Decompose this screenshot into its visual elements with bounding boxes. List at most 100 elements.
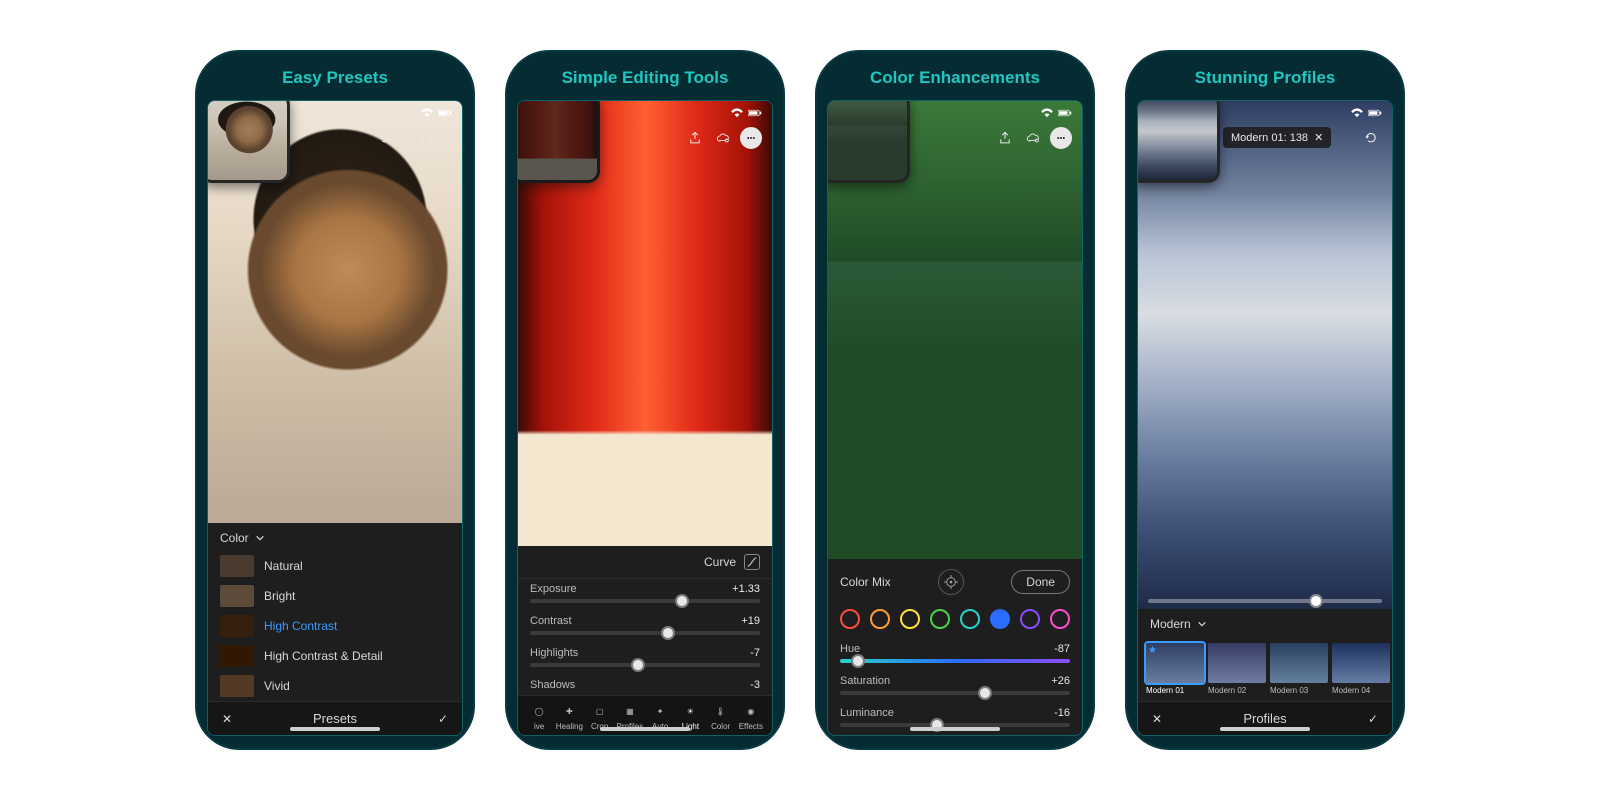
more-icon[interactable] [1050, 127, 1072, 149]
slider-knob[interactable] [851, 654, 865, 668]
slider-track[interactable] [840, 691, 1070, 695]
phone-presets: Easy Presets ? Color Natural Bright High… [195, 50, 475, 750]
before-thumbnail[interactable] [207, 100, 290, 183]
preset-category-dropdown[interactable]: Color [208, 523, 462, 551]
swatch-red[interactable] [840, 609, 860, 629]
phone-title: Easy Presets [197, 52, 473, 100]
swatch-green[interactable] [930, 609, 950, 629]
home-indicator [1220, 727, 1310, 731]
before-thumbnail[interactable] [1137, 100, 1220, 183]
profile-item[interactable]: Modern 02 [1208, 643, 1266, 695]
slider-shadows[interactable]: Shadows-3 [518, 675, 772, 691]
close-icon[interactable]: ✕ [222, 712, 232, 726]
curve-row[interactable]: Curve [518, 546, 772, 579]
cloud-sync-icon[interactable] [712, 127, 734, 149]
preset-item[interactable]: Bright [208, 581, 462, 611]
slider-track[interactable] [530, 631, 760, 635]
slider-knob[interactable] [661, 626, 675, 640]
chevron-down-icon [255, 533, 265, 543]
profile-item[interactable]: Modern 04 [1332, 643, 1390, 695]
share-icon[interactable] [994, 127, 1016, 149]
tip-label: Modern 01: 138 [1231, 132, 1308, 144]
slider-exposure[interactable]: Exposure+1.33 [518, 579, 772, 611]
profile-item[interactable]: ★Modern 01 [1146, 643, 1204, 695]
help-icon[interactable]: ? [402, 127, 424, 149]
slider-knob[interactable] [1309, 594, 1323, 608]
phone-editing: Simple Editing Tools Curve Exposure+1.33… [505, 50, 785, 750]
preset-thumb [220, 615, 254, 637]
slider-value: -3 [750, 679, 760, 691]
profiles-strip[interactable]: ★Modern 01 Modern 02 Modern 03 Modern 04… [1138, 637, 1392, 701]
preset-item[interactable]: High Contrast & Detail [208, 641, 462, 671]
phone-profiles: Stunning Profiles Modern 01: 138 ✕ Moder… [1125, 50, 1405, 750]
battery-icon [1058, 107, 1072, 117]
slider-highlights[interactable]: Highlights-7 [518, 643, 772, 675]
preset-item[interactable]: Natural [208, 551, 462, 581]
slider-knob[interactable] [631, 658, 645, 672]
wifi-icon [1040, 107, 1054, 117]
preset-list: Natural Bright High Contrast High Contra… [208, 551, 462, 701]
intensity-slider[interactable] [1148, 599, 1382, 603]
presets-panel: Color Natural Bright High Contrast High … [208, 523, 462, 735]
profile-category-dropdown[interactable]: Modern [1138, 609, 1392, 637]
slider-track[interactable] [530, 663, 760, 667]
preset-thumb [220, 675, 254, 697]
profile-item[interactable]: Modern 03 [1270, 643, 1328, 695]
color-icon: 🌡 [712, 702, 730, 720]
tool-color[interactable]: 🌡 Color [706, 702, 736, 731]
wifi-icon [730, 107, 744, 117]
colormix-panel: Color Mix Done Hue-87 Saturation+26 [828, 559, 1082, 735]
curve-icon [744, 554, 760, 570]
slider-label: Highlights [530, 647, 578, 659]
tool-label: Color [711, 722, 730, 731]
status-bar [730, 107, 762, 117]
phone-title: Stunning Profiles [1127, 52, 1403, 100]
tool-effects[interactable]: ◉Effects [736, 702, 766, 731]
undo-icon[interactable] [374, 127, 396, 149]
battery-icon [438, 107, 452, 117]
profile-label: Modern 01 [1146, 686, 1204, 695]
before-thumbnail[interactable] [827, 100, 910, 183]
slider-track[interactable] [530, 599, 760, 603]
slider-knob[interactable] [978, 686, 992, 700]
close-icon[interactable]: ✕ [1152, 712, 1162, 726]
confirm-icon[interactable]: ✓ [1368, 712, 1378, 726]
swatch-magenta[interactable] [1050, 609, 1070, 629]
home-indicator [290, 727, 380, 731]
swatch-blue[interactable] [990, 609, 1010, 629]
slider-knob[interactable] [675, 594, 689, 608]
undo-icon[interactable] [1360, 127, 1382, 149]
swatch-orange[interactable] [870, 609, 890, 629]
slider-track[interactable] [840, 659, 1070, 663]
swatch-aqua[interactable] [960, 609, 980, 629]
profile-label: Modern 03 [1270, 686, 1328, 695]
swatch-yellow[interactable] [900, 609, 920, 629]
slider-label: Saturation [840, 675, 890, 687]
before-thumbnail[interactable] [517, 100, 600, 183]
colormix-label: Color Mix [840, 575, 891, 589]
target-picker-icon[interactable] [938, 569, 964, 595]
slider-hue[interactable]: Hue-87 [828, 639, 1082, 671]
slider-contrast[interactable]: Contrast+19 [518, 611, 772, 643]
profile-amount-tip: Modern 01: 138 ✕ [1223, 127, 1331, 148]
slider-label: Luminance [840, 707, 894, 719]
more-icon[interactable] [430, 127, 452, 149]
preset-item[interactable]: Vivid [208, 671, 462, 701]
done-button[interactable]: Done [1011, 570, 1070, 594]
tool-healing[interactable]: ✚Healing [554, 702, 584, 731]
screen: ? Color Natural Bright High Contrast Hig… [207, 100, 463, 736]
preset-thumb [220, 645, 254, 667]
close-tip-icon[interactable]: ✕ [1314, 131, 1323, 144]
share-icon[interactable] [684, 127, 706, 149]
cloud-sync-icon[interactable] [1022, 127, 1044, 149]
preset-item[interactable]: High Contrast [208, 611, 462, 641]
swatch-purple[interactable] [1020, 609, 1040, 629]
confirm-icon[interactable]: ✓ [438, 712, 448, 726]
more-icon[interactable] [740, 127, 762, 149]
slider-saturation[interactable]: Saturation+26 [828, 671, 1082, 703]
preset-category-label: Color [220, 531, 249, 545]
status-bar [420, 107, 452, 117]
tool-selective[interactable]: ◯ive [524, 702, 554, 731]
wifi-icon [1350, 107, 1364, 117]
phone-title: Color Enhancements [817, 52, 1093, 100]
